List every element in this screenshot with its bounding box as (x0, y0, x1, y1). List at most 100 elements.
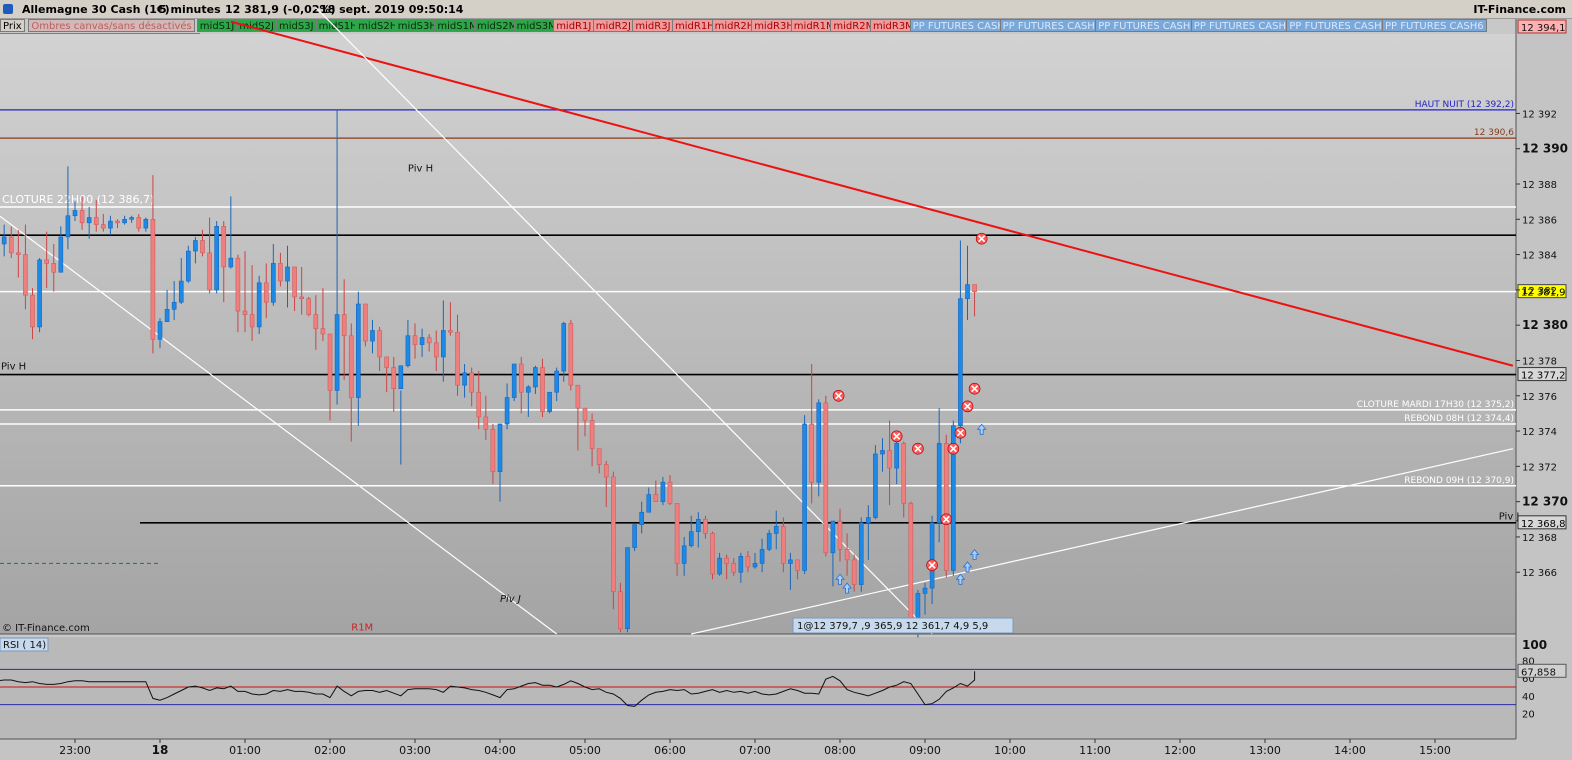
indicator-toggle-ombres-canvas-sans-d-sactiv-s[interactable]: Ombres canvas/sans désactivés (28, 19, 195, 32)
candle-up (632, 524, 637, 548)
indicator-toggle-mids3j[interactable]: midS3J (276, 19, 317, 32)
candle-up (171, 301, 177, 310)
trendline-white-mid (315, 7, 933, 635)
top-price-box (1517, 19, 1567, 34)
indicator-toggle-mids1h[interactable]: midS1H (315, 19, 361, 32)
candle-up (334, 314, 340, 391)
candle-up (894, 443, 899, 469)
candle-up (660, 481, 666, 502)
candle-up (738, 556, 744, 573)
indicator-toggle-midr1j[interactable]: midR1J (553, 19, 595, 32)
rsi-title-box (0, 637, 49, 652)
indicator-toggle-pp-futures-cash8[interactable]: PP FUTURES CASH8 (95, 33, 201, 46)
candle-up (696, 518, 701, 532)
price-tick-label: 12 368 (1522, 533, 1557, 544)
bottom-order-strip-box (792, 617, 1014, 634)
time-tick-label: 03:00 (399, 744, 431, 757)
candle-up (122, 218, 127, 224)
sell-signal-cross-icon (956, 429, 964, 437)
candle-down (703, 518, 708, 534)
time-tick-label: 11:00 (1079, 744, 1111, 757)
candle-up (186, 250, 191, 282)
candle-up (164, 308, 170, 322)
level-axis-box (1517, 367, 1567, 382)
rsi-tick-label: 80 (1522, 657, 1535, 668)
candle-down (101, 224, 106, 229)
price-tick-label: 12 376 (1522, 392, 1557, 403)
candle-down (93, 217, 99, 225)
price-chart[interactable]: HAUT NUIT (12 392,2) 12 390,6 CLOTURE 22H0… (0, 0, 1572, 760)
candle-up (1, 236, 7, 245)
indicator-toggle-pp-futures-cash3[interactable]: PP FUTURES CASH3 (1095, 19, 1200, 32)
indicator-toggle-pp-futures-cash5[interactable]: PP FUTURES CASH5 (1286, 19, 1391, 32)
candle-up (370, 330, 375, 342)
trendline-white-up (691, 448, 1514, 635)
indicator-toggle-mids2h[interactable]: midS2H (355, 19, 401, 32)
candle-down (972, 284, 977, 292)
time-tick-label: 15:00 (1419, 744, 1451, 757)
candle-down (837, 520, 843, 550)
candle-down (8, 236, 14, 254)
sell-signal-cross-icon (942, 515, 950, 523)
time-tick-label: 06:00 (654, 744, 686, 757)
candle-down (809, 423, 814, 483)
buy-signal-arrow-icon (962, 561, 973, 573)
candle-down (653, 494, 659, 502)
sell-signal-marker (961, 400, 974, 413)
candle-down (582, 407, 588, 421)
candle-down (263, 282, 269, 303)
sell-signal-cross-icon (949, 445, 957, 453)
bottom-order-strip-text: 1@12 379,7 ,9 365,9 12 361,7 4,9 5,9 (797, 621, 988, 632)
candle-down (51, 263, 57, 273)
candle-up (965, 284, 970, 300)
candle-down (710, 533, 715, 575)
sell-signal-cross-icon (835, 392, 843, 400)
candle-down (568, 323, 574, 386)
candle-down (313, 314, 319, 330)
candle-up (858, 522, 864, 585)
last-quote: 12 381,9 (-0,02%) (225, 3, 336, 16)
price-tick-label: 12 372 (1522, 462, 1557, 473)
level-axis-label: 12 368,8 (1521, 519, 1566, 530)
candle-up (108, 220, 113, 229)
candle-down (795, 559, 800, 571)
indicator-toggle-pp-futures-cash7[interactable]: PP FUTURES CASH7 (0, 33, 105, 46)
candle-up (561, 323, 567, 372)
indicator-toggle-pp-futures-cash6[interactable]: PP FUTURES CASH6 (1382, 19, 1487, 32)
chart-annotation-label: Piv J (1499, 511, 1520, 522)
candle-up (759, 548, 765, 564)
sell-signal-marker (954, 427, 967, 439)
indicator-toggle-pp-futures-cash[interactable]: PP FUTURES CASH (909, 19, 1008, 32)
candle-up (688, 531, 694, 547)
buy-signal-arrow-icon (976, 423, 987, 435)
trendline-white-left (0, 215, 558, 635)
indicator-toggle-pp-futures-cash2[interactable]: PP FUTURES CASH2 (999, 19, 1105, 32)
candle-down (412, 335, 418, 345)
time-tick-label: 04:00 (484, 744, 516, 757)
candle-down (16, 252, 21, 255)
sell-signal-marker (975, 232, 988, 245)
indicator-toggle-mids2j[interactable]: midS2J (236, 19, 277, 32)
indicator-toggle-mids1j[interactable]: midS1J (196, 19, 238, 32)
sell-signal-marker (926, 559, 938, 571)
candle-up (178, 280, 184, 303)
candle-up (285, 266, 290, 282)
candle-up (256, 282, 262, 328)
current-price-label: 12 381,9 (1521, 288, 1566, 299)
candle-up (802, 423, 807, 571)
indicator-toggle-mids3h[interactable]: midS3H (394, 19, 440, 32)
candle-down (575, 384, 581, 409)
indicator-toggle-prix[interactable]: Prix (0, 19, 25, 32)
indicator-toggle-pp-futures-cash4[interactable]: PP FUTURES CASH4 (1190, 19, 1296, 32)
level-axis-box (1517, 515, 1567, 530)
candle-up (873, 453, 878, 518)
timeframe[interactable]: 5 minutes (159, 3, 221, 16)
candle-down (823, 402, 829, 554)
indicator-toggle-midr3j[interactable]: midR3J (632, 19, 674, 32)
buy-signal-arrow-icon (969, 548, 980, 560)
brand-name: IT-Finance.com (1473, 3, 1566, 16)
chart-annotation-label: Piv H (1, 361, 26, 372)
indicator-toolbar: Prix Ombres canvas/sans désactivés midS1J m… (0, 19, 1518, 49)
indicator-toggle-midr2j[interactable]: midR2J (592, 19, 634, 32)
candle-up (773, 526, 779, 534)
